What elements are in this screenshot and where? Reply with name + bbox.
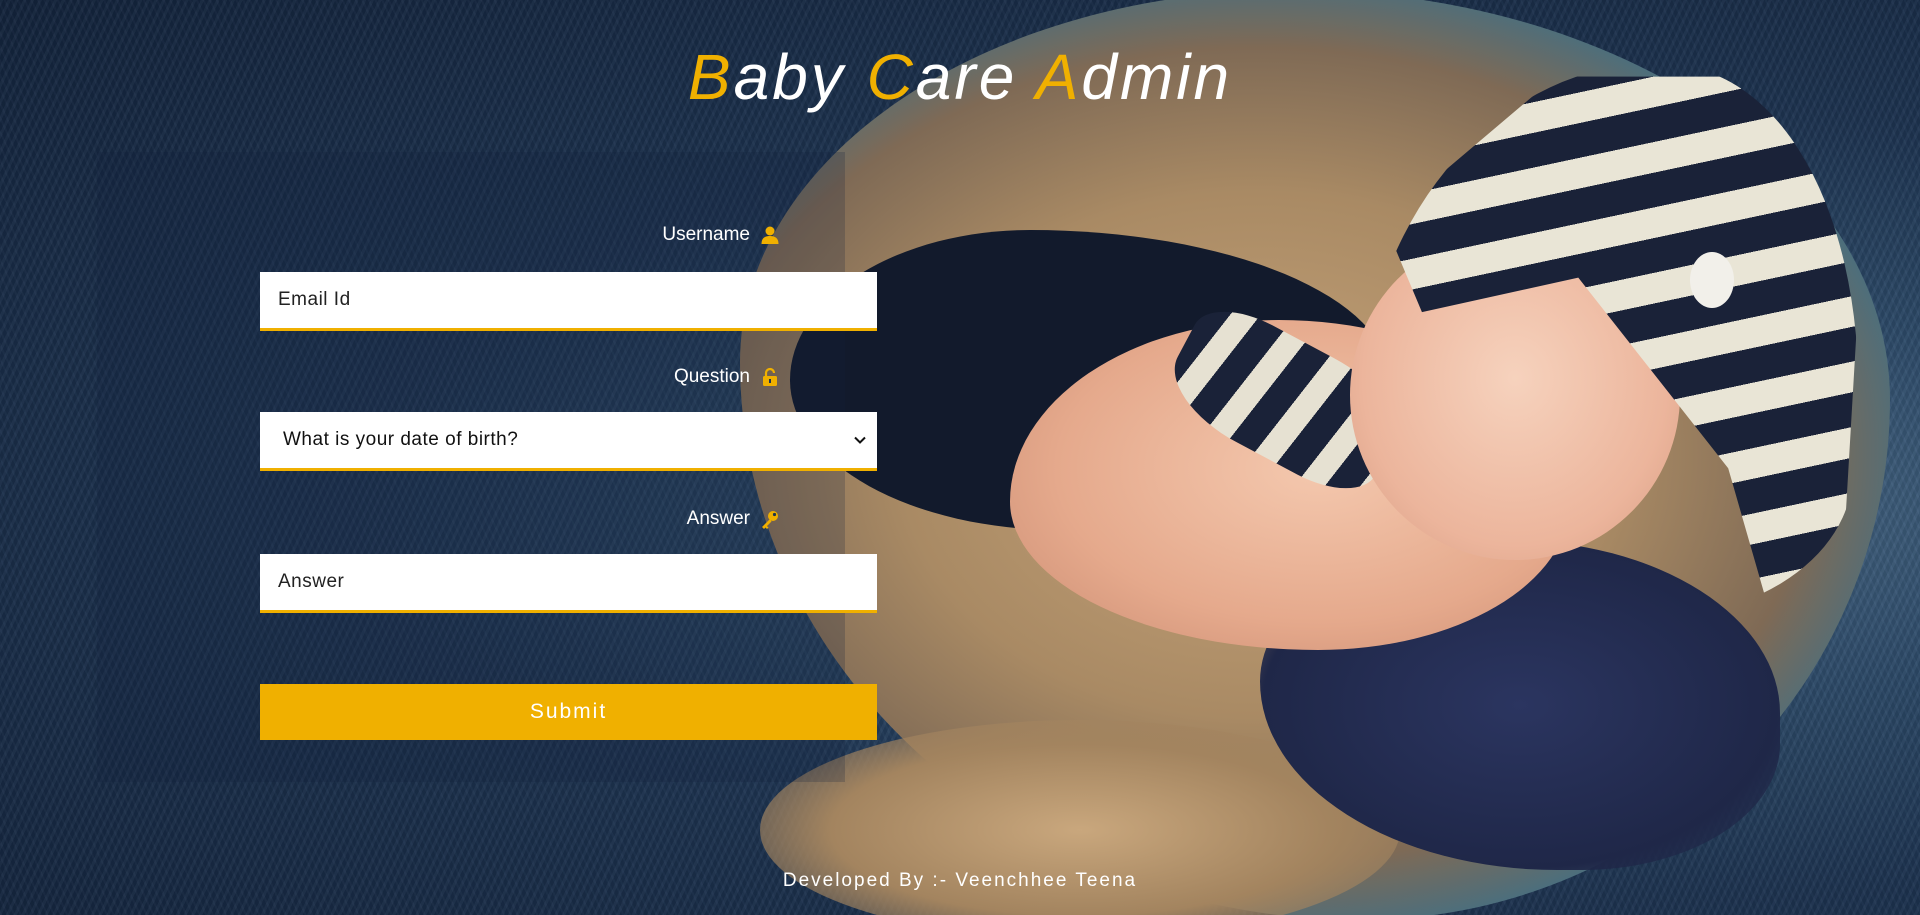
footer-credit: Developed By :- Veenchhee Teena [782,870,1138,891]
username-label-text: Username [662,224,750,245]
submit-button[interactable]: Submit [260,684,877,740]
chevron-down-icon [854,436,866,444]
login-panel: Username Email Id Question What is your … [97,152,877,782]
question-label: Question [674,366,780,388]
email-field-placeholder: Email Id [278,289,351,310]
answer-field-placeholder: Answer [278,571,345,592]
answer-label: Answer [687,508,780,530]
answer-label-text: Answer [686,508,750,529]
answer-field[interactable]: Answer [260,554,877,613]
app-title: Baby Care Admin [687,41,1233,113]
user-icon [761,226,779,244]
question-select[interactable]: What is your date of birth? [260,412,877,471]
key-icon [762,511,778,529]
lock-open-icon [763,367,777,386]
email-field[interactable]: Email Id [260,272,877,331]
question-select-value: What is your date of birth? [283,429,519,450]
username-label: Username [662,224,780,246]
question-label-text: Question [673,366,750,387]
